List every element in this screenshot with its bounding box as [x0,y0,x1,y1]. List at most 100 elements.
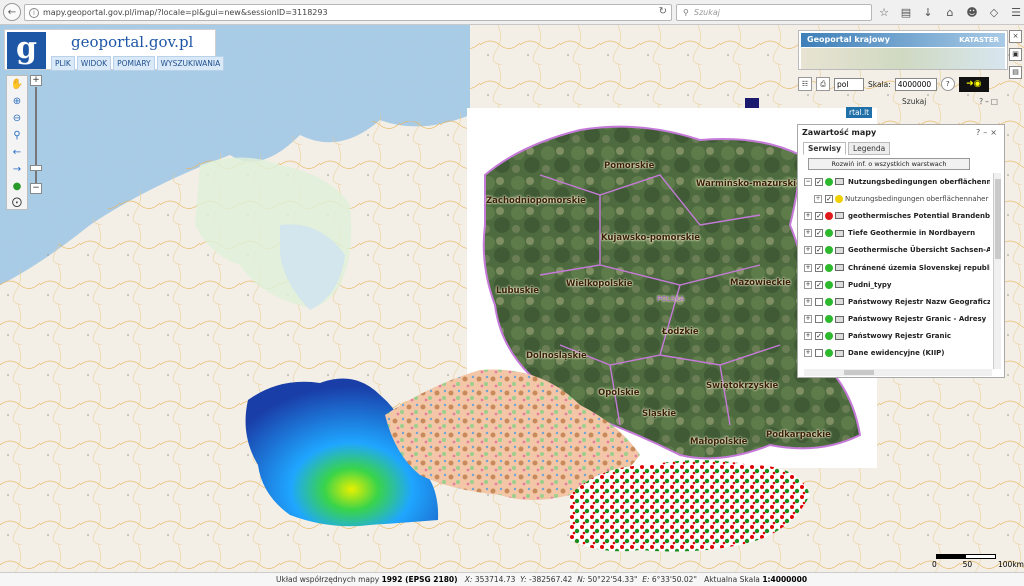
previous-view-icon[interactable]: ← [10,146,24,160]
layer-row[interactable]: + ✓ Tiefe Geothermie in Nordbayern [804,225,990,242]
layer-list-scrollbar[interactable] [993,173,1001,369]
kataster-link[interactable]: KATASTER [959,33,999,47]
layer-label: Nutzungsbedingungen oberflächennaher G [845,194,990,203]
reload-icon[interactable]: ↻ [659,6,667,17]
zoom-plus-button[interactable]: + [30,75,42,86]
download-icon[interactable]: ↓ [920,4,936,20]
tab-services[interactable]: Serwisy [803,142,847,155]
zoom-box-icon[interactable]: ⚲ [10,129,24,143]
menu-icon[interactable]: ☰ [1008,4,1024,20]
scale-input[interactable]: 4000000 [894,77,937,91]
info-tool-icon[interactable]: ● [10,180,24,194]
layer-checkbox[interactable]: ✓ [815,177,823,186]
layer-checkbox[interactable]: ✓ [815,263,823,272]
zoom-minus-button[interactable]: − [30,183,42,194]
zoom-out-icon[interactable]: ⊖ [10,112,24,126]
export-icon[interactable]: ☷ [798,77,812,91]
layer-row[interactable]: + Państwowy Rejestr Granic - Adresy [804,311,990,328]
next-view-icon[interactable]: → [10,163,24,177]
region-label: Opolskie [598,388,640,398]
region-label: Lubuskie [496,286,539,296]
pan-hand-icon[interactable]: ✋ [10,78,24,92]
pocket-icon[interactable]: ◇ [986,4,1002,20]
layer-checkbox[interactable]: ✓ [815,332,823,341]
status-dot-icon [825,297,833,306]
chat-icon[interactable]: ☻ [964,4,980,20]
zoom-in-icon[interactable]: ⊕ [10,95,24,109]
status-dot-icon [825,349,833,358]
expand-icon[interactable]: + [804,280,812,289]
expand-icon[interactable]: + [814,194,822,203]
expand-icon[interactable]: + [804,211,812,220]
layer-checkbox[interactable] [815,315,823,324]
close-icon[interactable]: × [1009,30,1022,43]
zoom-thumb[interactable] [30,165,42,171]
search-panel-header: Szukaj ?–□ rtal.lt [846,97,1004,118]
help-icon[interactable]: ? [940,77,955,91]
expand-icon[interactable]: + [804,263,812,272]
layer-checkbox[interactable]: ✓ [815,280,823,289]
overview-minimap[interactable] [801,48,1005,69]
layer-checkbox[interactable]: ✓ [815,229,823,238]
language-select[interactable]: pol [834,77,864,91]
menu-file[interactable]: PLIK [51,56,75,71]
browser-search-input[interactable]: ⚲ Szukaj [676,4,872,21]
address-bar[interactable]: i mapy.geoportal.gov.pl/imap/?locale=pl&… [24,4,672,21]
e-value: 6°33'50.02" [651,575,697,584]
home-icon[interactable]: ⌂ [942,4,958,20]
content-panel-controls[interactable]: ?–× [976,128,1000,137]
full-extent-icon[interactable]: ⨀ [10,196,24,210]
x-value: 353714.73 [474,575,516,584]
layer-checkbox[interactable]: ✓ [825,194,833,203]
layer-row[interactable]: +✓ Geothermische Übersicht Sachsen-Anhalt [804,242,990,259]
status-dot-icon [825,177,833,186]
service-icon [835,246,844,254]
info-icon[interactable]: i [29,7,39,18]
service-icon [835,178,844,186]
print-icon[interactable]: ⎙ [816,77,830,91]
expand-icon[interactable]: + [804,332,812,341]
bookmark-star-icon[interactable]: ☆ [876,4,892,20]
layer-list-hscrollbar[interactable] [804,369,992,376]
layer-row[interactable]: + ✓ Pudni_typy [804,276,990,293]
eye-icon[interactable]: ➜◉ [958,76,989,92]
search-tag[interactable]: rtal.lt [846,107,873,118]
layer-row[interactable]: + Państwowy Rejestr Nazw Geograficznych [804,293,990,310]
region-label: Warmińsko-mazurskie [696,179,802,189]
reading-list-icon[interactable]: ▤ [898,4,914,20]
layer-checkbox[interactable]: ✓ [815,211,823,220]
status-dot-icon [825,332,833,341]
layer-row[interactable]: + Dane ewidencyjne (KIIP) [804,345,990,362]
status-dot-icon [825,211,833,220]
layer-row[interactable]: + ✓ Chránené územia Slovenskej republiky [804,259,990,276]
back-arrow-icon[interactable]: ← [3,3,21,21]
zoom-slider[interactable]: + − [30,75,42,195]
layer-row[interactable]: + ✓ geothermisches Potential Brandenburg [804,207,990,224]
panel-window-icons[interactable]: ?–□ [979,97,1000,106]
expand-icon[interactable]: + [804,349,812,358]
expand-icon[interactable]: − [804,177,812,186]
scale-graphic [936,554,996,559]
expand-icon[interactable]: + [804,315,812,324]
url-text: mapy.geoportal.gov.pl/imap/?locale=pl&gu… [43,8,328,17]
layer-row[interactable]: + ✓ Państwowy Rejestr Granic [804,328,990,345]
tab-legend[interactable]: Legenda [848,142,891,155]
layer-checkbox[interactable] [815,297,823,306]
layer-checkbox[interactable]: ✓ [815,246,823,255]
layer-row[interactable]: + ✓ Nutzungsbedingungen oberflächennaher G [804,190,990,207]
expand-icon[interactable]: + [804,246,812,255]
expand-icon[interactable]: + [804,297,812,306]
expand-layers-button[interactable]: Rozwiń inf. o wszystkich warstwach [808,158,970,170]
region-label: Świętokrzyskie [706,381,779,391]
layers-icon[interactable]: ▣ [1009,48,1022,61]
service-icon [835,281,844,289]
menu-measure[interactable]: POMIARY [113,56,155,71]
status-dot-icon [825,280,833,289]
layer-checkbox[interactable] [815,349,823,358]
layer-label: Nutzungsbedingungen oberflächennaher G [848,177,990,186]
expand-icon[interactable]: + [804,229,812,238]
layer-row[interactable]: −✓ Nutzungsbedingungen oberflächennaher G [804,173,990,190]
menu-search[interactable]: WYSZUKIWANIA [156,56,225,71]
map-scale-bar: 0 50 100km [932,554,1024,570]
menu-view[interactable]: WIDOK [76,56,112,71]
